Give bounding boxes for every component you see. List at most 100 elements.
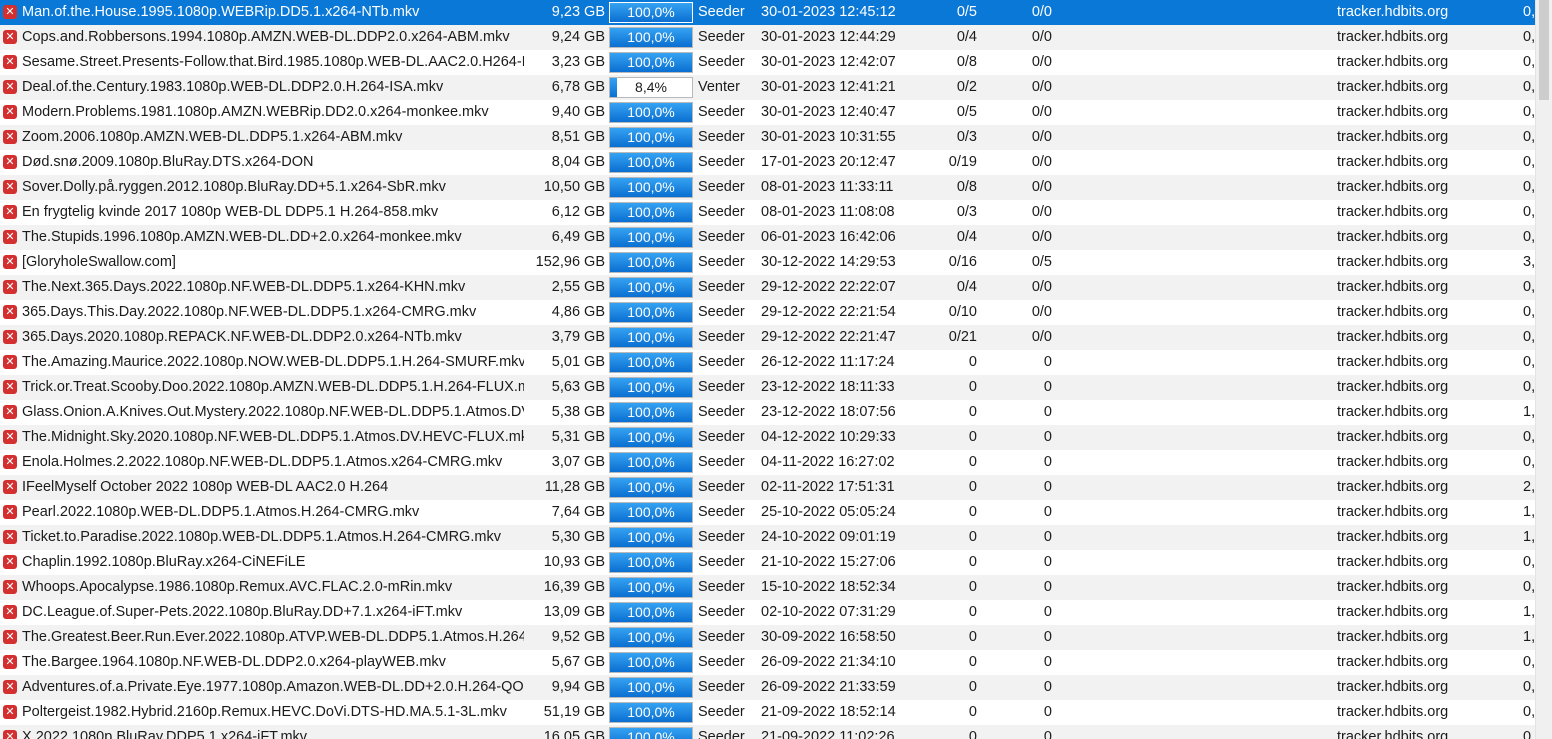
torrent-row[interactable]: ✕ Død.snø.2009.1080p.BluRay.DTS.x264-DON…: [0, 150, 1552, 175]
scrollbar-thumb[interactable]: [1539, 0, 1549, 100]
seeds-count: 0: [968, 429, 977, 445]
torrent-row[interactable]: ✕ The.Bargee.1964.1080p.NF.WEB-DL.DDP2.0…: [0, 650, 1552, 675]
peers-count: 0: [1043, 554, 1052, 570]
torrent-name: Whoops.Apocalypse.1986.1080p.Remux.AVC.F…: [22, 579, 453, 595]
tracker-host: tracker.hdbits.org: [1337, 729, 1449, 739]
added-date: 17-01-2023 20:12:47: [761, 154, 896, 170]
torrent-row[interactable]: ✕ Whoops.Apocalypse.1986.1080p.Remux.AVC…: [0, 575, 1552, 600]
tracker-host: tracker.hdbits.org: [1337, 79, 1449, 95]
torrent-row[interactable]: ✕ Adventures.of.a.Private.Eye.1977.1080p…: [0, 675, 1552, 700]
torrent-name: The.Next.365.Days.2022.1080p.NF.WEB-DL.D…: [22, 279, 466, 295]
peers-count: 0: [1043, 679, 1052, 695]
torrent-row[interactable]: ✕ Ticket.to.Paradise.2022.1080p.WEB-DL.D…: [0, 525, 1552, 550]
torrent-row[interactable]: ✕ The.Midnight.Sky.2020.1080p.NF.WEB-DL.…: [0, 425, 1552, 450]
progress-cell: 100,0%: [609, 50, 693, 75]
added-date: 26-09-2022 21:33:59: [761, 679, 896, 695]
progress-cell: 100,0%: [609, 700, 693, 725]
torrent-row[interactable]: ✕ Sesame.Street.Presents-Follow.that.Bir…: [0, 50, 1552, 75]
status-icon-cell: ✕: [3, 325, 19, 350]
torrent-row[interactable]: ✕ The.Next.365.Days.2022.1080p.NF.WEB-DL…: [0, 275, 1552, 300]
status-icon-cell: ✕: [3, 600, 19, 625]
torrent-row[interactable]: ✕ Zoom.2006.1080p.AMZN.WEB-DL.DDP5.1.x26…: [0, 125, 1552, 150]
torrent-status: Seeder: [698, 729, 745, 739]
torrent-name: Trick.or.Treat.Scooby.Doo.2022.1080p.AMZ…: [22, 379, 524, 395]
tracker-host: tracker.hdbits.org: [1337, 529, 1449, 545]
torrent-row[interactable]: ✕ Man.of.the.House.1995.1080p.WEBRip.DD5…: [0, 0, 1552, 25]
progress-label: 100,0%: [627, 304, 675, 320]
torrent-row[interactable]: ✕ Modern.Problems.1981.1080p.AMZN.WEBRip…: [0, 100, 1552, 125]
torrent-row[interactable]: ✕ Glass.Onion.A.Knives.Out.Mystery.2022.…: [0, 400, 1552, 425]
peers-count: 0: [1043, 454, 1052, 470]
torrent-row[interactable]: ✕ X.2022.1080p.BluRay.DDP5.1.x264-iFT.mk…: [0, 725, 1552, 739]
progress-label: 100,0%: [627, 329, 675, 345]
torrent-row[interactable]: ✕ Pearl.2022.1080p.WEB-DL.DDP5.1.Atmos.H…: [0, 500, 1552, 525]
peers-count: 0: [1043, 629, 1052, 645]
seeds-count: 0/2: [956, 79, 977, 95]
added-date: 21-09-2022 11:02:26: [761, 729, 895, 739]
progress-bar: 100,0%: [609, 502, 693, 523]
torrent-status: Seeder: [698, 429, 745, 445]
torrent-status: Seeder: [698, 279, 745, 295]
torrent-row[interactable]: ✕ IFeelMyself October 2022 1080p WEB-DL …: [0, 475, 1552, 500]
progress-bar: 100,0%: [609, 527, 693, 548]
progress-label: 100,0%: [627, 579, 675, 595]
peers-count: 0/0: [1031, 54, 1052, 70]
seeds-count: 0/5: [956, 4, 977, 20]
progress-cell: 100,0%: [609, 500, 693, 525]
torrent-status: Seeder: [698, 504, 745, 520]
progress-cell: 100,0%: [609, 350, 693, 375]
seeds-count: 0: [968, 654, 977, 670]
tracker-host: tracker.hdbits.org: [1337, 229, 1449, 245]
added-date: 04-12-2022 10:29:33: [761, 429, 896, 445]
seeds-count: 0: [968, 379, 977, 395]
torrent-row[interactable]: ✕ Sover.Dolly.på.ryggen.2012.1080p.BluRa…: [0, 175, 1552, 200]
tracker-host: tracker.hdbits.org: [1337, 329, 1449, 345]
torrent-row[interactable]: ✕ The.Stupids.1996.1080p.AMZN.WEB-DL.DD+…: [0, 225, 1552, 250]
torrent-status: Seeder: [698, 454, 745, 470]
progress-cell: 100,0%: [609, 625, 693, 650]
seeds-count: 0/21: [948, 329, 977, 345]
tracker-host: tracker.hdbits.org: [1337, 179, 1449, 195]
status-icon-cell: ✕: [3, 500, 19, 525]
status-icon-cell: ✕: [3, 375, 19, 400]
tracker-host: tracker.hdbits.org: [1337, 404, 1449, 420]
vertical-scrollbar[interactable]: [1535, 0, 1552, 739]
torrent-row[interactable]: ✕ The.Greatest.Beer.Run.Ever.2022.1080p.…: [0, 625, 1552, 650]
progress-bar: 100,0%: [609, 102, 693, 123]
seeds-count: 0/16: [948, 254, 977, 270]
torrent-status: Seeder: [698, 4, 745, 20]
progress-cell: 100,0%: [609, 425, 693, 450]
torrent-status: Seeder: [698, 679, 745, 695]
torrent-row[interactable]: ✕ Poltergeist.1982.Hybrid.2160p.Remux.HE…: [0, 700, 1552, 725]
torrent-size: 6,78 GB: [551, 79, 605, 95]
torrent-row[interactable]: ✕ [GloryholeSwallow.com] 152,96 GB 100,0…: [0, 250, 1552, 275]
torrent-row[interactable]: ✕ Deal.of.the.Century.1983.1080p.WEB-DL.…: [0, 75, 1552, 100]
error-x-icon: ✕: [3, 30, 17, 44]
seeds-count: 0/4: [956, 279, 977, 295]
torrent-size: 3,07 GB: [551, 454, 605, 470]
progress-bar: 100,0%: [609, 577, 693, 598]
peers-count: 0: [1043, 429, 1052, 445]
torrent-row[interactable]: ✕ Trick.or.Treat.Scooby.Doo.2022.1080p.A…: [0, 375, 1552, 400]
peers-count: 0: [1043, 729, 1052, 739]
torrent-size: 5,01 GB: [551, 354, 605, 370]
torrent-row[interactable]: ✕ 365.Days.This.Day.2022.1080p.NF.WEB-DL…: [0, 300, 1552, 325]
torrent-row[interactable]: ✕ 365.Days.2020.1080p.REPACK.NF.WEB-DL.D…: [0, 325, 1552, 350]
torrent-row[interactable]: ✕ En frygtelig kvinde 2017 1080p WEB-DL …: [0, 200, 1552, 225]
torrent-size: 9,52 GB: [551, 629, 605, 645]
torrent-row[interactable]: ✕ DC.League.of.Super-Pets.2022.1080p.Blu…: [0, 600, 1552, 625]
torrent-row[interactable]: ✕ Enola.Holmes.2.2022.1080p.NF.WEB-DL.DD…: [0, 450, 1552, 475]
progress-bar: 100,0%: [609, 602, 693, 623]
torrent-row[interactable]: ✕ Chaplin.1992.1080p.BluRay.x264-CiNEFiL…: [0, 550, 1552, 575]
torrent-list[interactable]: ✕ Man.of.the.House.1995.1080p.WEBRip.DD5…: [0, 0, 1552, 739]
tracker-host: tracker.hdbits.org: [1337, 104, 1449, 120]
torrent-row[interactable]: ✕ The.Amazing.Maurice.2022.1080p.NOW.WEB…: [0, 350, 1552, 375]
torrent-row[interactable]: ✕ Cops.and.Robbersons.1994.1080p.AMZN.WE…: [0, 25, 1552, 50]
progress-label: 100,0%: [627, 29, 675, 45]
torrent-name: Enola.Holmes.2.2022.1080p.NF.WEB-DL.DDP5…: [22, 454, 503, 470]
torrent-name: X.2022.1080p.BluRay.DDP5.1.x264-iFT.mkv: [22, 729, 308, 739]
progress-bar: 100,0%: [609, 452, 693, 473]
progress-label: 8,4%: [635, 79, 667, 95]
torrent-status: Seeder: [698, 554, 745, 570]
torrent-name: The.Stupids.1996.1080p.AMZN.WEB-DL.DD+2.…: [22, 229, 462, 245]
